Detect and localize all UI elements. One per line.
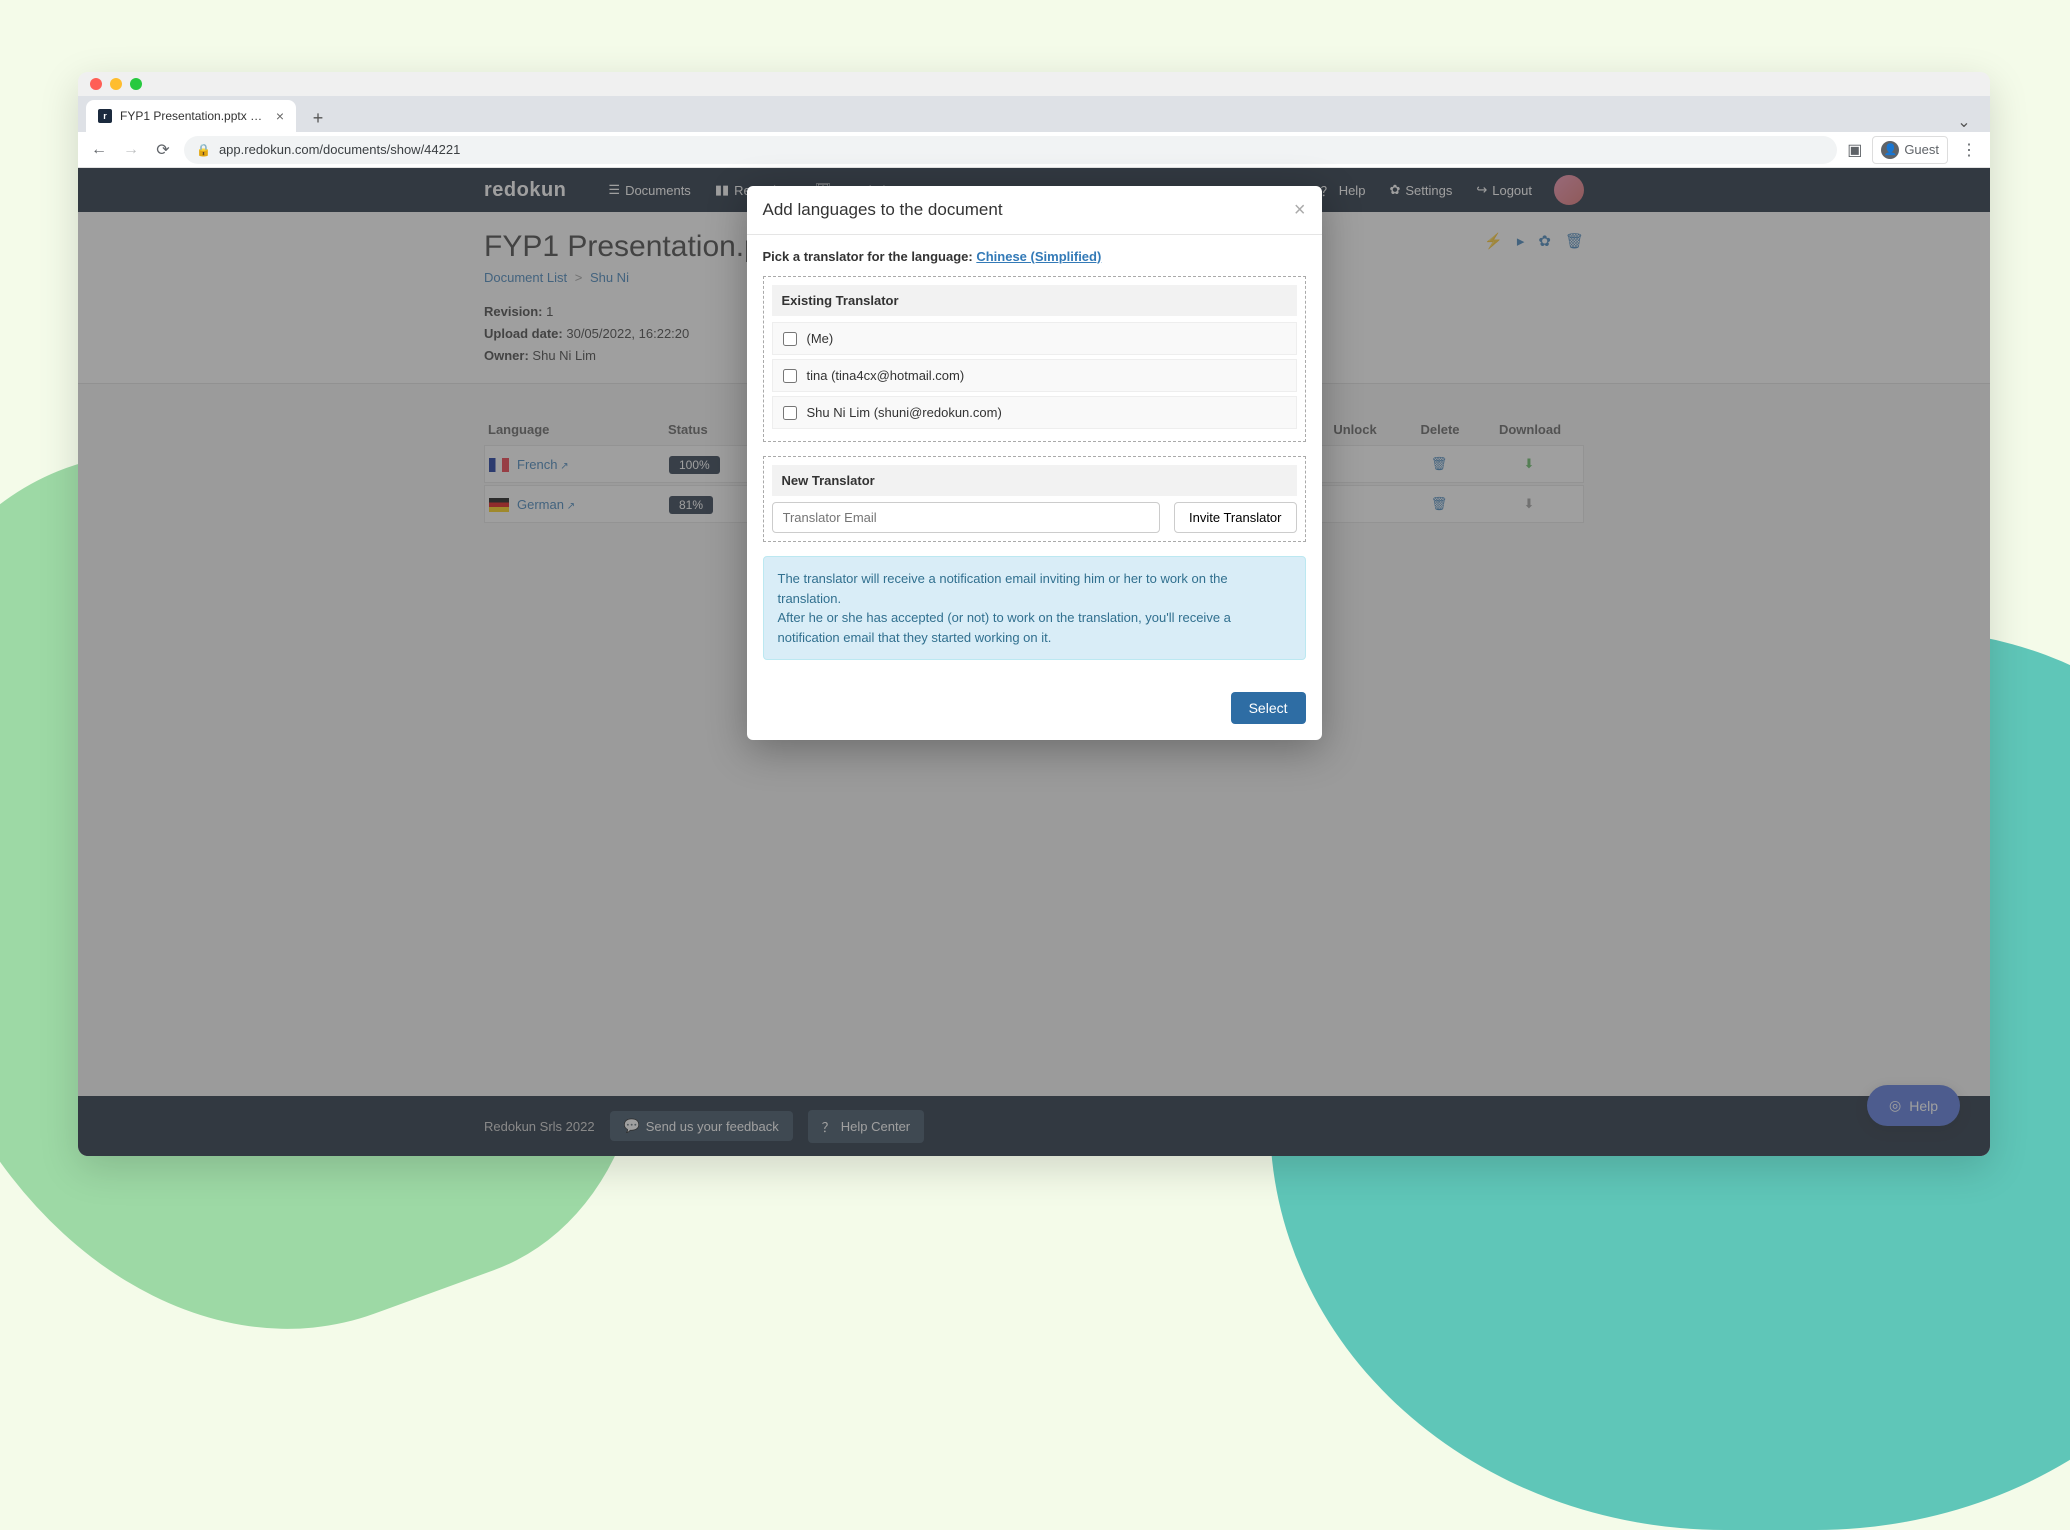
add-language-modal: Add languages to the document × Pick a t… <box>747 186 1322 740</box>
forward-button[interactable]: → <box>120 141 142 159</box>
target-language-link[interactable]: Chinese (Simplified) <box>976 249 1101 264</box>
browser-tab[interactable]: r FYP1 Presentation.pptx – Red… × <box>86 100 296 132</box>
translator-checkbox[interactable] <box>783 406 797 420</box>
new-tab-button[interactable]: + <box>304 104 332 132</box>
translator-checkbox[interactable] <box>783 332 797 346</box>
translator-option[interactable]: (Me) <box>772 322 1297 355</box>
app-viewport: redokun ☰Documents ▮▮Reporting 🗄Translat… <box>78 168 1990 1156</box>
window-controls <box>78 72 1990 96</box>
new-translator-label: New Translator <box>772 465 1297 496</box>
tabs-dropdown-icon[interactable]: ⌄ <box>1950 112 1978 132</box>
browser-window: r FYP1 Presentation.pptx – Red… × + ⌄ ← … <box>78 72 1990 1156</box>
modal-title: Add languages to the document <box>763 200 1003 220</box>
url-input[interactable]: 🔒 app.redokun.com/documents/show/44221 <box>184 136 1837 164</box>
existing-translator-label: Existing Translator <box>772 285 1297 316</box>
translator-checkbox[interactable] <box>783 369 797 383</box>
modal-close-button[interactable]: × <box>1294 200 1306 220</box>
profile-label: Guest <box>1904 142 1939 157</box>
close-tab-icon[interactable]: × <box>276 108 284 124</box>
window-minimize-dot[interactable] <box>110 78 122 90</box>
modal-overlay[interactable]: Add languages to the document × Pick a t… <box>78 168 1990 1156</box>
existing-translators-box: Existing Translator (Me) tina (tina4cx@ho… <box>763 276 1306 442</box>
back-button[interactable]: ← <box>88 141 110 159</box>
select-button[interactable]: Select <box>1231 692 1306 724</box>
translator-option[interactable]: tina (tina4cx@hotmail.com) <box>772 359 1297 392</box>
tab-title: FYP1 Presentation.pptx – Red… <box>120 109 268 123</box>
translator-name: Shu Ni Lim (shuni@redokun.com) <box>807 405 1002 420</box>
invite-translator-button[interactable]: Invite Translator <box>1174 502 1297 533</box>
lock-icon: 🔒 <box>196 143 211 157</box>
url-text: app.redokun.com/documents/show/44221 <box>219 142 460 157</box>
translator-name: tina (tina4cx@hotmail.com) <box>807 368 965 383</box>
extension-icon[interactable]: ▣ <box>1847 140 1862 160</box>
reload-button[interactable]: ⟳ <box>152 140 174 160</box>
window-close-dot[interactable] <box>90 78 102 90</box>
profile-icon: 👤 <box>1881 141 1899 159</box>
translator-email-input[interactable] <box>772 502 1161 533</box>
translator-option[interactable]: Shu Ni Lim (shuni@redokun.com) <box>772 396 1297 429</box>
menu-icon[interactable]: ⋮ <box>1958 140 1980 160</box>
browser-tabbar: r FYP1 Presentation.pptx – Red… × + ⌄ <box>78 96 1990 132</box>
favicon-icon: r <box>98 109 112 123</box>
profile-button[interactable]: 👤 Guest <box>1872 136 1948 164</box>
pick-translator-label: Pick a translator for the language: Chin… <box>763 249 1306 264</box>
new-translator-box: New Translator Invite Translator <box>763 456 1306 542</box>
translator-name: (Me) <box>807 331 834 346</box>
info-message: The translator will receive a notificati… <box>763 556 1306 660</box>
window-maximize-dot[interactable] <box>130 78 142 90</box>
address-bar: ← → ⟳ 🔒 app.redokun.com/documents/show/4… <box>78 132 1990 168</box>
